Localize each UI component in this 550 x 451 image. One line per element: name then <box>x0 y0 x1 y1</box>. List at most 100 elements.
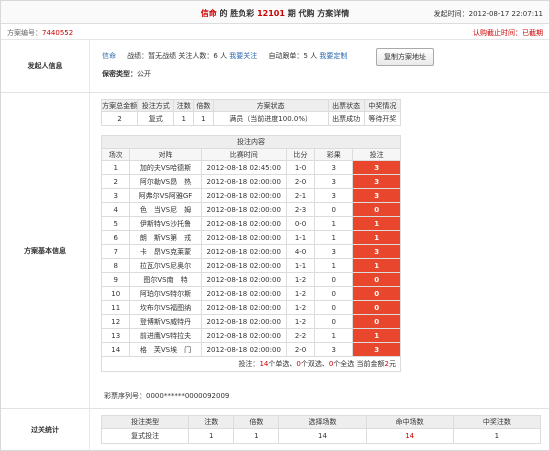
match-row: 1 加的夫VS哈德斯 2012-08-18 02:45:00 1-0 3 3 <box>100 160 401 175</box>
initiator-name[interactable]: 信命 <box>102 52 116 60</box>
match-result: 0 <box>314 272 354 287</box>
total-row: 投注：14个单选、0个双选、0个全选 当前金额2元 <box>101 356 401 372</box>
pass-cell: 1 <box>233 428 280 444</box>
match-score: 1-2 <box>285 314 316 329</box>
match-score: 2-0 <box>285 174 316 189</box>
match-no: 3 <box>100 188 131 203</box>
match-score: 2-0 <box>285 342 316 357</box>
match-bet: 3 <box>352 174 401 189</box>
summary-table: 方案总金额 投注方式 注数 倍数 方案状态 出票状态 中奖情况 2 复式 1 1… <box>100 99 402 126</box>
follow-link[interactable]: 我要关注 <box>229 52 257 60</box>
match-teams: 阿弗尔VS阿雅GF <box>129 188 202 203</box>
initiate-value: 2012-08-17 22:07:11 <box>468 10 543 18</box>
match-time: 2012-08-18 02:00:00 <box>200 286 287 301</box>
match-result: 3 <box>314 188 354 203</box>
match-header: 彩果 <box>314 148 354 161</box>
match-result: 3 <box>314 244 354 259</box>
match-bet: 3 <box>352 244 401 259</box>
total-mid1: 个单选、 <box>268 360 297 368</box>
match-teams: 前进鹰VS特拉夫 <box>129 328 202 343</box>
pass-cell: 14 <box>278 428 367 444</box>
match-list: 1 加的夫VS哈德斯 2012-08-18 02:45:00 1-0 3 3 2 阿尔勒VS昂… <box>100 160 401 357</box>
auto-follow-link[interactable]: 我要定制 <box>319 52 347 60</box>
match-teams: 卡 昂VS克莱蒙 <box>129 244 202 259</box>
pass-header: 选择场数 <box>278 415 367 429</box>
match-bet: 0 <box>352 202 401 217</box>
match-score: 2-2 <box>285 328 316 343</box>
match-row: 12 登博斯VS威特丹 2012-08-18 02:00:00 1-2 0 0 <box>100 314 401 329</box>
match-header-row: 场次 对阵 比赛时间 比分 彩果 投注 <box>100 148 401 161</box>
basic-info-content: 方案总金额 投注方式 注数 倍数 方案状态 出票状态 中奖情况 2 复式 1 1… <box>96 93 541 408</box>
match-time: 2012-08-18 02:00:00 <box>200 272 287 287</box>
privacy-label: 保密类型： <box>102 70 137 78</box>
match-header: 比分 <box>285 148 316 161</box>
match-no: 1 <box>100 160 131 175</box>
match-score: 1-0 <box>285 160 316 175</box>
match-row: 4色 当VS尼 姆 2012-08-18 02:00:00 2-3 0 0 <box>100 202 401 217</box>
match-header: 对阵 <box>129 148 202 161</box>
match-teams: 阿珀尔VS特尔斯 <box>129 286 202 301</box>
ticket-serial: 彩票序列号：0000******0000092009 <box>104 391 229 401</box>
match-row: 3 阿弗尔VS阿雅GF 2012-08-18 02:00:00 2-1 3 3 <box>100 188 401 203</box>
copy-plan-url-button[interactable]: 复制方案地址 <box>376 48 434 66</box>
total-mid2: 个双选、 <box>300 360 329 368</box>
match-result: 1 <box>314 230 354 245</box>
pass-header: 中奖注数 <box>452 415 542 429</box>
follow-unit: 人 <box>217 52 230 60</box>
summary-value-row: 2 复式 1 1 满员（当前进度100.0%） 出票成功 等待开奖 <box>100 111 402 126</box>
match-teams: 拉瓦尔VS尼奥尔 <box>129 258 202 273</box>
plan-number-label: 方案编号： <box>7 29 42 37</box>
summary-cell: 等待开奖 <box>363 111 402 126</box>
match-result: 1 <box>314 328 354 343</box>
summary-cell: 满员（当前进度100.0%） <box>212 111 329 126</box>
basic-info-section: 方案基本信息 方案总金额 投注方式 注数 倍数 方案状态 出票状态 中奖情况 2… <box>1 93 549 409</box>
match-result: 1 <box>314 216 354 231</box>
summary-header-row: 方案总金额 投注方式 注数 倍数 方案状态 出票状态 中奖情况 <box>100 99 402 112</box>
match-no: 4 <box>100 202 131 217</box>
match-bet: 3 <box>352 160 401 175</box>
match-teams: 格 芙VS埃 门 <box>129 342 202 357</box>
bet-content-header: 投注内容 <box>101 135 401 149</box>
match-time: 2012-08-18 02:00:00 <box>200 202 287 217</box>
match-time: 2012-08-18 02:00:00 <box>200 300 287 315</box>
match-bet: 0 <box>352 286 401 301</box>
match-result: 0 <box>314 300 354 315</box>
match-score: 0-0 <box>285 216 316 231</box>
pass-stats-table: 投注类型 注数 倍数 选择场数 命中场数 中奖注数 复式投注 1 1 14 14… <box>100 415 542 444</box>
pass-value-row: 复式投注 1 1 14 14 1 <box>100 428 542 444</box>
summary-cell: 出票成功 <box>327 111 365 126</box>
header-bar: 信命 的 胜负彩 12101 期 代购 方案详情 发起时间：2012-08-17… <box>1 1 549 24</box>
match-time: 2012-08-18 02:00:00 <box>200 328 287 343</box>
summary-header: 出票状态 <box>327 99 365 112</box>
match-time: 2012-08-18 02:00:00 <box>200 342 287 357</box>
plan-number-value: 7440552 <box>42 29 74 37</box>
serial-value: 0000******0000092009 <box>146 392 230 400</box>
match-row: 6朗 斯VS第 戎 2012-08-18 02:00:00 1-1 1 1 <box>100 230 401 245</box>
match-teams: 色 当VS尼 姆 <box>129 202 202 217</box>
record-label: 战绩：暂无战绩 <box>127 52 177 60</box>
summary-cell: 1 <box>173 111 195 126</box>
title-user: 信命 <box>200 9 217 18</box>
pass-stats-section: 过关统计 投注类型 注数 倍数 选择场数 命中场数 中奖注数 复式投注 1 1 … <box>1 409 549 450</box>
total-summary: 投注：14个单选、0个双选、0个全选 当前金额2元 <box>101 356 401 372</box>
summary-header: 方案状态 <box>212 99 329 112</box>
match-row: 7卡 昂VS克莱蒙 2012-08-18 02:00:00 4-0 3 3 <box>100 244 401 259</box>
match-row: 5 伊斯特VS沙托鲁 2012-08-18 02:00:00 0-0 1 1 <box>100 216 401 231</box>
match-score: 2-1 <box>285 188 316 203</box>
match-time: 2012-08-18 02:00:00 <box>200 258 287 273</box>
match-time: 2012-08-18 02:00:00 <box>200 216 287 231</box>
auto-follow-unit: 人 <box>307 52 320 60</box>
match-bet: 1 <box>352 230 401 245</box>
match-no: 11 <box>100 300 131 315</box>
total-prefix: 投注： <box>238 360 260 368</box>
total-unit: 元 <box>389 360 396 368</box>
match-header: 比赛时间 <box>200 148 287 161</box>
title-period: 12101 <box>257 9 285 18</box>
match-no: 13 <box>100 328 131 343</box>
pass-cell: 1 <box>452 428 542 444</box>
bet-content-table: 投注内容 场次 对阵 比赛时间 比分 彩果 投注 1 加的夫VS哈德斯 2012-0… <box>100 135 401 372</box>
summary-cell: 2 <box>100 111 139 126</box>
match-row: 9 图尔VS南 特 2012-08-18 02:00:00 1-2 0 0 <box>100 272 401 287</box>
initiator-line: 信命 战绩：暂无战绩 关注人数：6 人 我要关注 自动跟单：5 人 我要定制 <box>102 51 347 61</box>
summary-header: 中奖情况 <box>363 99 402 112</box>
